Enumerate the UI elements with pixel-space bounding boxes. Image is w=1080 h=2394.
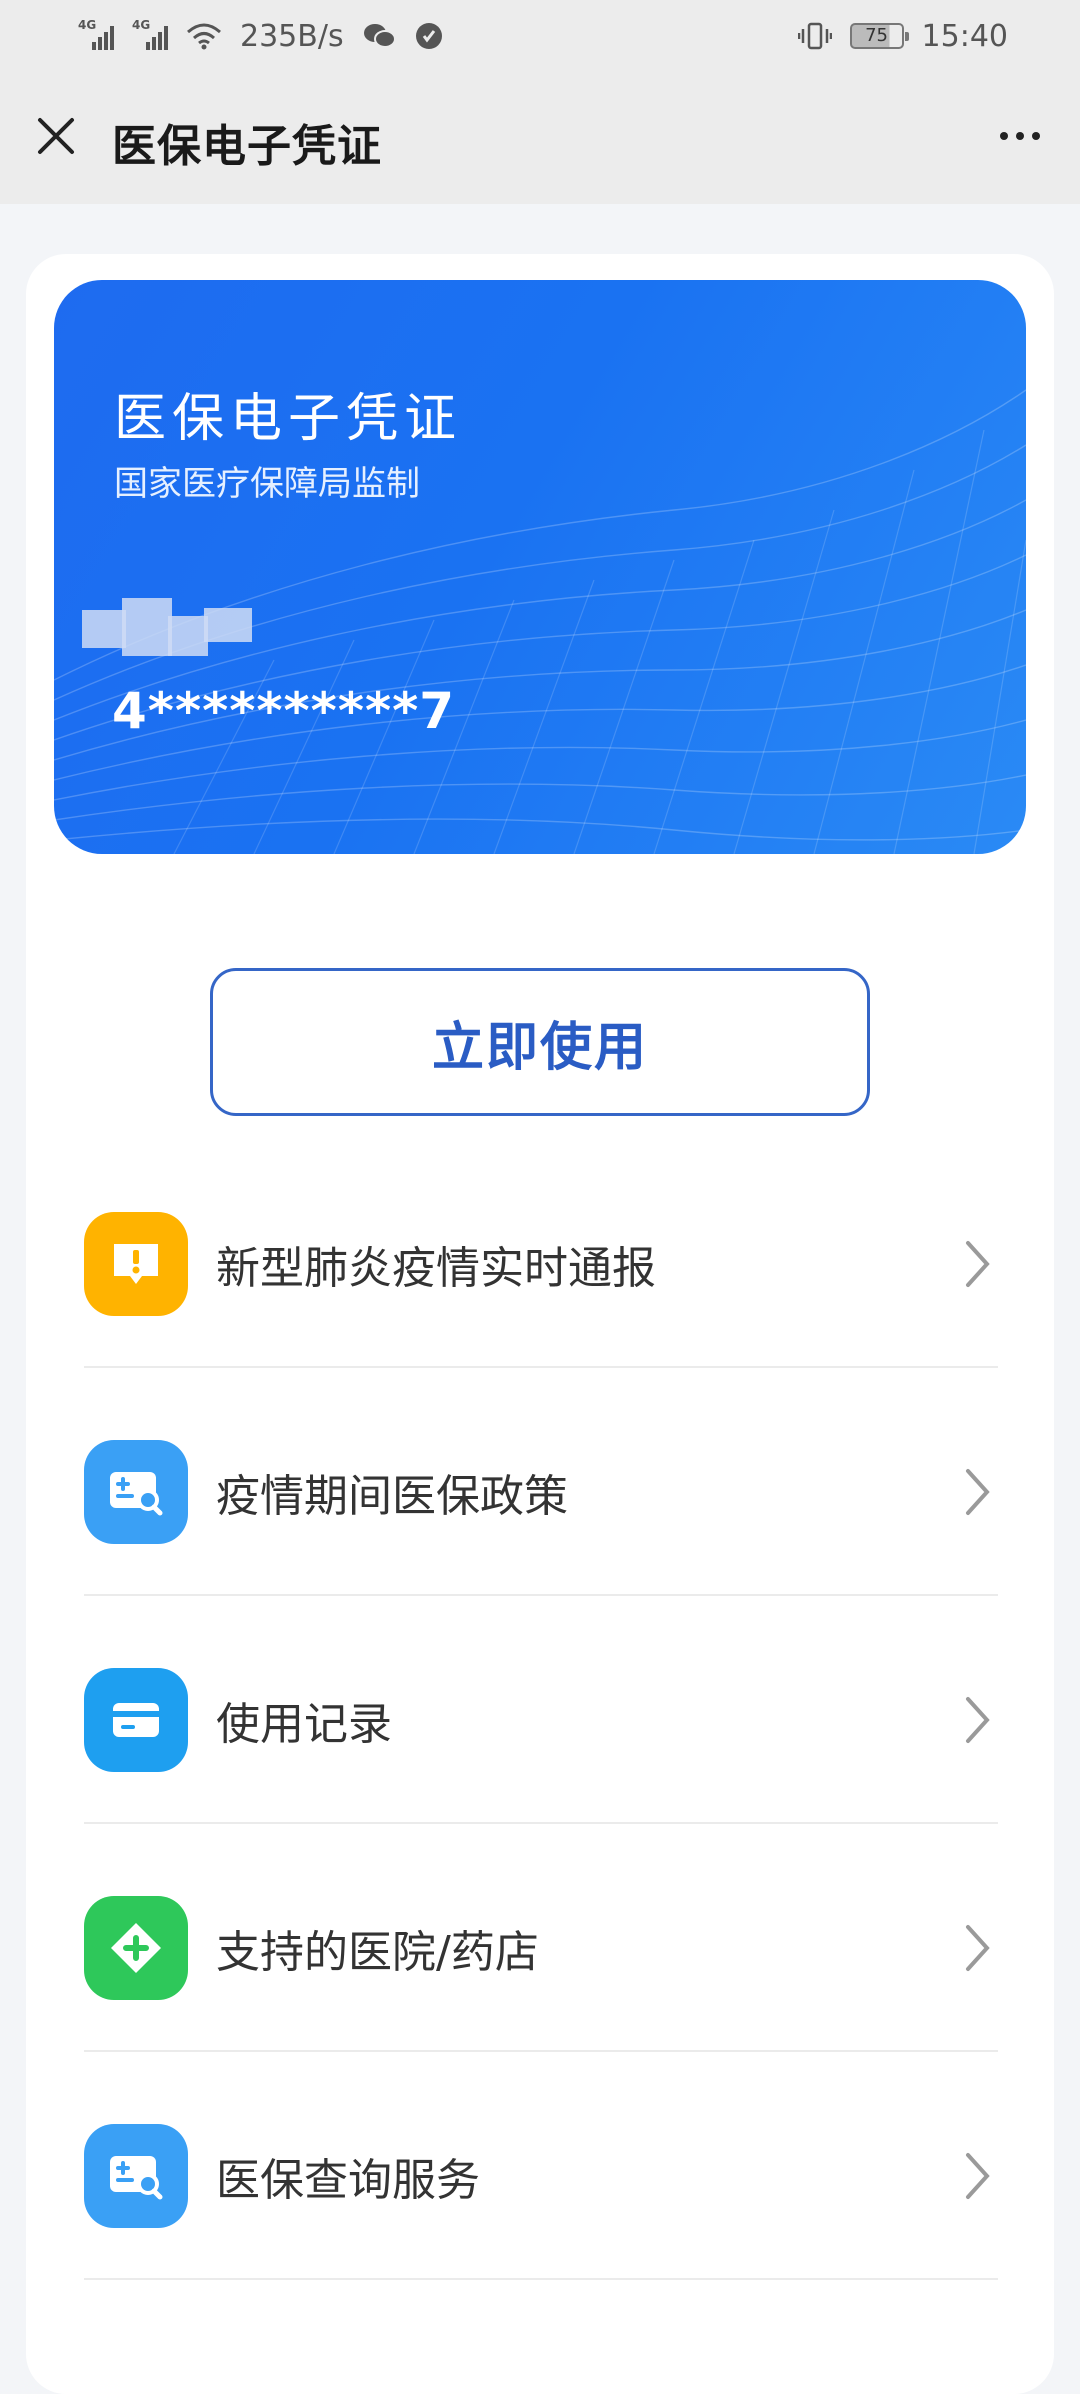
title-bar: 医保电子凭证 [0,72,1080,204]
card-title: 医保电子凭证 [114,389,463,449]
more-dot [1016,132,1024,140]
chevron-right-icon [958,1234,998,1294]
card-holder-name-blurred [82,598,252,660]
divider [84,1594,998,1596]
chevron-right-icon [958,1690,998,1750]
signal-icon-sim2: 4G [132,18,168,50]
menu-item-label: 疫情期间医保政策 [216,1471,568,1522]
alert-icon [84,1212,188,1316]
page-title: 医保电子凭证 [112,121,382,172]
menu-item-epidemic-report[interactable]: 新型肺炎疫情实时通报 [84,1150,998,1378]
more-dot [1000,132,1008,140]
card-icon [84,1668,188,1772]
divider [84,2278,998,2280]
divider [84,1366,998,1368]
use-now-button[interactable]: 立即使用 [210,968,870,1116]
vibrate-icon [797,22,832,50]
status-time: 15:40 [921,18,1008,54]
shield-icon [415,23,442,49]
wifi-icon [187,23,221,50]
menu-item-label: 医保查询服务 [216,2155,480,2206]
card-number: 4**********7 [112,682,456,740]
menu-item-label: 新型肺炎疫情实时通报 [216,1243,656,1294]
close-icon [38,118,74,154]
wechat-icon [363,24,396,48]
chevron-right-icon [958,1918,998,1978]
status-bar: 4G 4G 235B/s 75 15:40 [0,0,1080,72]
network-speed: 235B/s [240,18,344,54]
chevron-right-icon [958,1462,998,1522]
medical-cross-icon [84,1896,188,2000]
divider [84,1822,998,1824]
menu-item-hospitals-pharmacies[interactable]: 支持的医院/药店 [84,1834,998,2062]
signal-icon-sim1: 4G [78,18,114,50]
card-subtitle: 国家医疗保障局监制 [114,464,420,504]
close-button[interactable] [28,108,84,164]
chevron-right-icon [958,2146,998,2206]
menu-item-label: 支持的医院/药店 [216,1927,539,1978]
menu-item-policy[interactable]: 疫情期间医保政策 [84,1378,998,1606]
policy-search-icon [84,1440,188,1544]
insurance-card[interactable]: 医保电子凭证 国家医疗保障局监制 4**********7 [54,280,1026,854]
menu-item-usage-record[interactable]: 使用记录 [84,1606,998,1834]
more-dot [1032,132,1040,140]
battery-icon: 75 [849,23,909,49]
menu-item-inquiry-service[interactable]: 医保查询服务 [84,2062,998,2290]
card-wave-pattern [54,389,1026,854]
menu-item-label: 使用记录 [216,1699,392,1750]
more-options-button[interactable] [988,108,1052,164]
divider [84,2050,998,2052]
policy-search-icon [84,2124,188,2228]
